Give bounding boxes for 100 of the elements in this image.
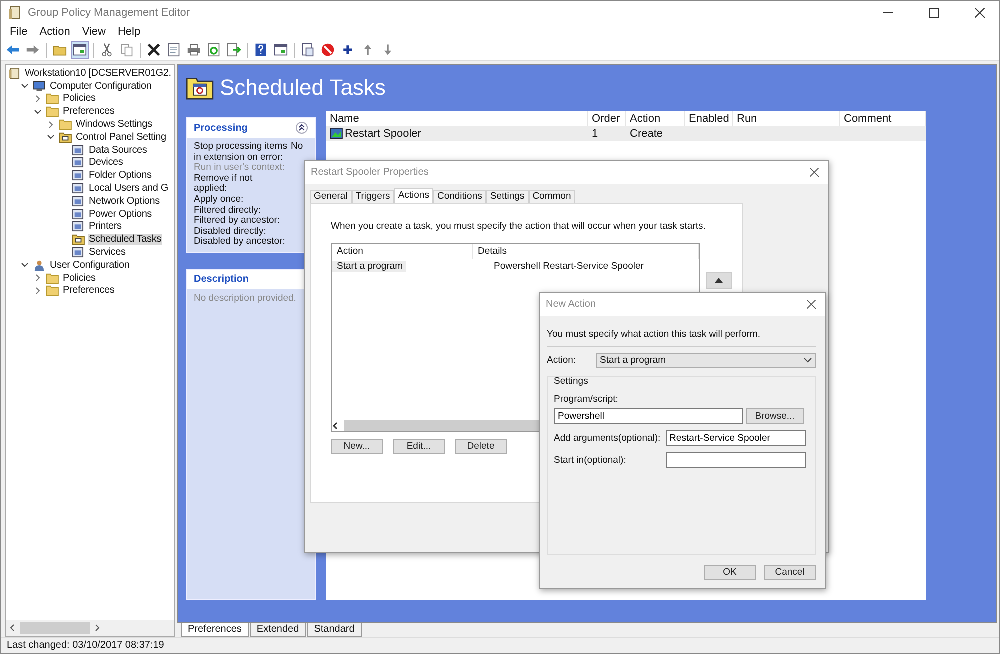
- tree-item[interactable]: Printers: [88, 221, 123, 232]
- help-icon[interactable]: [253, 42, 269, 58]
- dialog-button[interactable]: New...: [331, 439, 383, 454]
- arguments-field[interactable]: Restart-Service Spooler: [666, 430, 806, 446]
- maximize-icon[interactable]: [929, 8, 939, 18]
- list-cell[interactable]: Start a program: [332, 261, 406, 272]
- list-cell[interactable]: Powershell Restart-Service Spooler: [489, 261, 699, 272]
- tree-item[interactable]: Scheduled Tasks: [88, 234, 162, 246]
- menu-item[interactable]: Action: [40, 26, 70, 38]
- collapse-chevron-icon[interactable]: [34, 274, 42, 282]
- table-cell: Restart Spooler: [345, 128, 422, 140]
- task-icon: [330, 128, 343, 139]
- scroll-right-icon[interactable]: [93, 624, 101, 632]
- menu-item[interactable]: View: [82, 26, 106, 38]
- menu-item[interactable]: File: [10, 26, 28, 38]
- dialog-button[interactable]: OK: [704, 565, 756, 580]
- sheet-tab[interactable]: Preferences: [181, 623, 249, 637]
- column-header[interactable]: Details: [473, 244, 699, 259]
- browse-button[interactable]: Browse...: [746, 408, 804, 424]
- copy-icon[interactable]: [119, 42, 135, 58]
- tree-item[interactable]: Network Options: [88, 196, 161, 207]
- collapse-chevron-icon[interactable]: [34, 94, 42, 103]
- tree-item[interactable]: Preferences: [62, 106, 116, 118]
- property-label: Filtered by ancestor:: [194, 216, 282, 227]
- scroll-left-icon[interactable]: [9, 624, 17, 632]
- program-field[interactable]: Powershell: [554, 408, 743, 424]
- collapse-icon[interactable]: [296, 122, 308, 134]
- folder-icon: [46, 272, 59, 284]
- description-text: No description provided.: [194, 292, 296, 304]
- folder-icon: [46, 285, 59, 296]
- property-label: Apply once:: [194, 194, 245, 206]
- scroll-left-icon[interactable]: [332, 422, 340, 430]
- property-label: Stop processing items in extension on error:: [194, 142, 288, 163]
- card-title: Processing: [194, 122, 248, 134]
- scrollbar-thumb[interactable]: [20, 622, 90, 634]
- tree-item[interactable]: Control Panel Setting: [75, 132, 168, 143]
- tree-item[interactable]: Power Options: [88, 208, 153, 220]
- dialog-tab[interactable]: Common: [528, 190, 576, 203]
- tree-item[interactable]: Services: [88, 247, 127, 258]
- tree-item[interactable]: User Configuration: [49, 260, 131, 271]
- dialog-tab[interactable]: Actions: [394, 188, 434, 203]
- scissors-icon[interactable]: [99, 42, 115, 58]
- table-row[interactable]: Restart Spooler 1 Create: [326, 126, 926, 141]
- pane-icon[interactable]: [273, 42, 289, 58]
- document-icon[interactable]: [300, 42, 316, 58]
- sheet-tab[interactable]: Extended: [250, 623, 306, 637]
- dialog-button[interactable]: Edit...: [393, 439, 445, 454]
- expand-chevron-icon[interactable]: [21, 82, 29, 90]
- export-icon[interactable]: [226, 42, 242, 58]
- properties-icon[interactable]: [166, 42, 182, 58]
- no-entry-icon[interactable]: [320, 42, 336, 58]
- tree-item[interactable]: Data Sources: [88, 144, 148, 156]
- property-label: Run in user's context:: [194, 163, 286, 174]
- table-cell: Create: [630, 128, 664, 140]
- tree-item[interactable]: Workstation10 [DCSERVER01G2.: [24, 68, 172, 79]
- dialog-button[interactable]: Cancel: [764, 565, 816, 580]
- status-text: Last changed: 03/10/2017 08:37:19: [7, 640, 164, 651]
- tree-item[interactable]: Devices: [88, 157, 124, 168]
- table-cell: 1: [592, 128, 598, 140]
- panel-folder-icon: [59, 132, 72, 143]
- tree-item[interactable]: Policies: [62, 93, 97, 104]
- expand-chevron-icon[interactable]: [34, 108, 42, 116]
- collapse-chevron-icon[interactable]: [34, 286, 42, 295]
- folder-icon: [46, 93, 59, 104]
- tree-item[interactable]: Computer Configuration: [49, 80, 153, 92]
- expand-chevron-icon[interactable]: [47, 133, 55, 142]
- tree-item[interactable]: Preferences: [62, 285, 116, 296]
- computer-icon: [33, 80, 46, 92]
- close-icon[interactable]: [810, 168, 819, 177]
- refresh-icon[interactable]: [206, 42, 222, 58]
- column-header[interactable]: Action: [332, 244, 473, 259]
- dialog-tab[interactable]: Conditions: [433, 190, 486, 203]
- dialog-tab[interactable]: General: [310, 190, 352, 203]
- close-icon[interactable]: [975, 8, 985, 18]
- dialog-tab[interactable]: Triggers: [352, 190, 394, 203]
- menu-item[interactable]: Help: [118, 26, 141, 38]
- tree-item[interactable]: Policies: [62, 272, 97, 284]
- tree-item[interactable]: Local Users and G: [88, 183, 170, 194]
- printer-icon[interactable]: [186, 42, 202, 58]
- start-in-field[interactable]: [666, 452, 806, 468]
- instruction-text: You must specify what action this task will perform.: [547, 329, 762, 340]
- property-label: Remove if not applied:: [194, 174, 254, 195]
- field-label: Start in(optional):: [554, 454, 628, 466]
- move-up-button[interactable]: [706, 272, 732, 289]
- dropdown-chevron-icon: [804, 358, 812, 363]
- sheet-tab[interactable]: Standard: [307, 623, 362, 637]
- settings-item-icon: [72, 157, 85, 168]
- pane-icon[interactable]: [72, 42, 88, 58]
- collapse-chevron-icon[interactable]: [47, 120, 55, 129]
- delete-icon[interactable]: [146, 42, 162, 58]
- tree-item[interactable]: Windows Settings: [75, 119, 154, 130]
- tree-item[interactable]: Folder Options: [88, 170, 153, 182]
- dialog-button[interactable]: Delete: [455, 439, 507, 454]
- dialog-title: New Action: [546, 299, 596, 310]
- page-heading: Scheduled Tasks: [220, 75, 386, 101]
- dialog-tab[interactable]: Settings: [486, 190, 529, 203]
- close-icon[interactable]: [807, 300, 816, 309]
- expand-chevron-icon[interactable]: [21, 261, 29, 270]
- user-icon: [33, 260, 46, 271]
- action-dropdown[interactable]: Start a program: [596, 353, 816, 368]
